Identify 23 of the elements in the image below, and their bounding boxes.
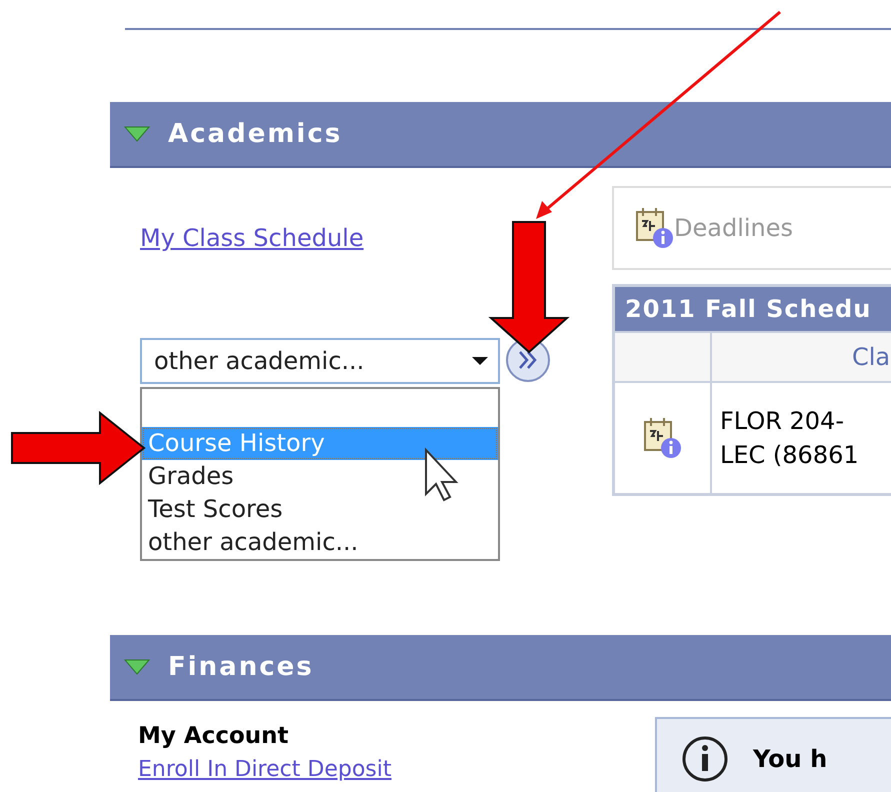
notice-text: You h <box>753 745 828 773</box>
section-title: Academics <box>168 119 342 149</box>
column-header: Cla <box>851 343 890 371</box>
collapse-triangle-icon[interactable] <box>124 659 150 675</box>
cursor-icon <box>425 447 458 502</box>
double-chevron-icon <box>517 350 539 370</box>
info-icon <box>681 735 729 783</box>
section-header[interactable]: Finances <box>110 635 891 701</box>
dropdown-option[interactable]: Test Scores <box>142 493 498 526</box>
table-cell-text: FLOR 204- LEC (86861 <box>719 406 859 471</box>
collapse-triangle-icon[interactable] <box>124 126 150 142</box>
dropdown-option[interactable]: Grades <box>142 460 498 493</box>
dropdown-caret-icon <box>472 357 488 365</box>
section-header[interactable]: Academics <box>110 102 891 168</box>
dropdown-option[interactable]: other academic... <box>142 526 498 559</box>
direct-deposit-link[interactable]: Enroll In Direct Deposit <box>138 757 392 782</box>
category-dropdown[interactable]: other academic... <box>140 338 500 384</box>
account-heading: My Account <box>138 723 290 749</box>
calendar-info-icon <box>636 207 674 249</box>
class-schedule-link[interactable]: My Class Schedule <box>140 224 364 252</box>
table-title: 2011 Fall Schedu <box>615 287 891 331</box>
section-title: Finances <box>168 652 314 682</box>
calendar-info-icon <box>644 417 682 459</box>
